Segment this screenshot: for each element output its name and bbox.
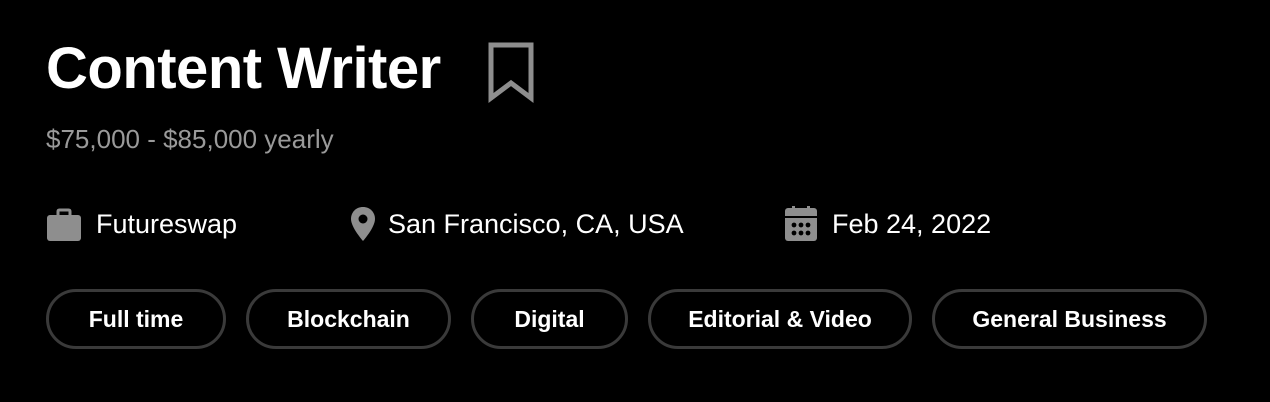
company-name: Futureswap bbox=[96, 208, 238, 239]
bookmark-icon[interactable] bbox=[487, 41, 535, 103]
tag-full-time[interactable]: Full time bbox=[46, 289, 226, 349]
job-header: Content Writer bbox=[46, 34, 535, 104]
briefcase-icon bbox=[46, 206, 82, 242]
posted-date: Feb 24, 2022 bbox=[832, 208, 992, 239]
job-meta: Futureswap San Francisco, CA, USA Feb 24… bbox=[0, 202, 1270, 246]
tag-editorial-video[interactable]: Editorial & Video bbox=[648, 289, 912, 349]
location-text: San Francisco, CA, USA bbox=[388, 208, 684, 239]
company-info: Futureswap bbox=[46, 202, 237, 246]
salary-range: $75,000 - $85,000 yearly bbox=[46, 124, 334, 154]
tag-blockchain[interactable]: Blockchain bbox=[246, 289, 451, 349]
tag-digital[interactable]: Digital bbox=[471, 289, 628, 349]
location-info: San Francisco, CA, USA bbox=[350, 202, 684, 246]
calendar-icon bbox=[784, 206, 818, 242]
job-title: Content Writer bbox=[46, 36, 441, 101]
map-pin-icon bbox=[350, 206, 376, 242]
date-info: Feb 24, 2022 bbox=[784, 202, 991, 246]
tag-list: Full time Blockchain Digital Editorial &… bbox=[46, 289, 1227, 349]
tag-general-business[interactable]: General Business bbox=[932, 289, 1207, 349]
